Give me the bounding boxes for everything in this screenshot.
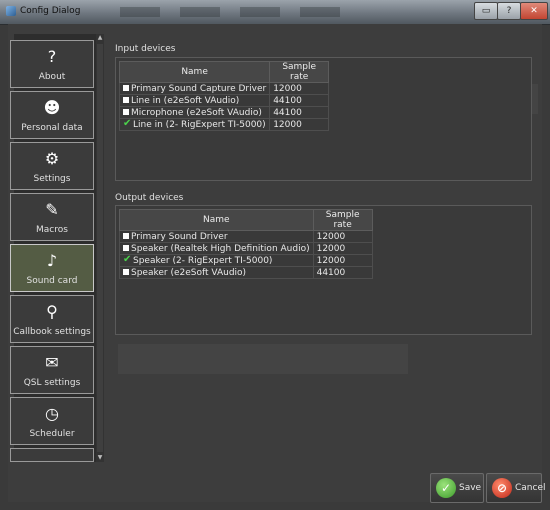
sidebar-item-label: Sound card: [26, 276, 78, 286]
config-dialog-window: Config Dialog ▭ ? ✕ ▲ ▼ ? About ☻ Person…: [0, 0, 550, 510]
sidebar-item-partial[interactable]: [10, 448, 94, 462]
background-ghost: [118, 344, 408, 374]
sidebar-item-label: Scheduler: [29, 429, 75, 439]
cancel-icon: ⊘: [492, 478, 512, 498]
callbook-icon: ⚲: [46, 302, 58, 321]
save-button[interactable]: ✓ Save: [430, 473, 484, 503]
question-icon: ?: [47, 47, 57, 66]
table-row[interactable]: Line in (e2eSoft VAudio) 44100: [118, 94, 330, 107]
sidebar-item-callbook-settings[interactable]: ⚲ Callbook settings: [10, 295, 94, 343]
close-button[interactable]: ✕: [520, 2, 548, 20]
app-icon: [6, 6, 16, 16]
sidebar-scrollbar[interactable]: ▲ ▼: [96, 34, 104, 462]
sample-rate: 44100: [269, 106, 330, 119]
scheduler-icon: ◷: [45, 404, 59, 423]
device-checkbox[interactable]: [123, 269, 129, 275]
column-header-sample-rate[interactable]: Sample rate: [269, 61, 330, 83]
sidebar-item-label: Settings: [33, 174, 71, 184]
table-row[interactable]: ✔ Speaker (2- RigExpert TI-5000) 12000: [119, 254, 373, 267]
scroll-down-icon[interactable]: ▼: [96, 454, 104, 462]
sidebar-item-label: QSL settings: [23, 378, 81, 388]
input-devices-title: Input devices: [115, 44, 176, 54]
save-button-label: Save: [459, 483, 482, 493]
column-header-name[interactable]: Name: [118, 61, 271, 83]
output-devices-title: Output devices: [115, 193, 184, 203]
device-name: Speaker (e2eSoft VAudio): [131, 267, 247, 278]
table-row[interactable]: Microphone (e2eSoft VAudio) 44100: [118, 106, 330, 119]
cancel-button[interactable]: ⊘ Cancel: [486, 473, 546, 503]
sidebar-item-label: About: [38, 72, 66, 82]
sample-rate: 12000: [269, 82, 330, 95]
qsl-card-icon: ✉: [45, 353, 59, 372]
gear-icon: ⚙: [44, 149, 60, 168]
sample-rate: 44100: [269, 94, 330, 107]
minimize-button[interactable]: ▭: [474, 2, 498, 20]
table-row[interactable]: ✔ Line in (2- RigExpert TI-5000) 12000: [118, 118, 330, 131]
checkmark-icon: ✓: [436, 478, 456, 498]
table-row[interactable]: Primary Sound Capture Driver 12000: [118, 82, 330, 95]
device-name: Microphone (e2eSoft VAudio): [131, 107, 262, 118]
scroll-thumb[interactable]: [97, 44, 103, 452]
column-header-sample-rate[interactable]: Sample rate: [312, 209, 373, 231]
title-bar[interactable]: Config Dialog ▭ ? ✕: [0, 0, 550, 25]
input-devices-table: Name Sample rate Primary Sound Capture D…: [118, 61, 330, 131]
device-checkbox[interactable]: [123, 245, 129, 251]
titlebar-ghost: [180, 7, 220, 17]
sidebar-item-settings[interactable]: ⚙ Settings: [10, 142, 94, 190]
device-name: Primary Sound Capture Driver: [131, 83, 267, 94]
sidebar-item-label: Personal data: [21, 123, 83, 133]
scroll-up-icon[interactable]: ▲: [96, 34, 104, 42]
checkmark-icon[interactable]: ✔: [123, 119, 133, 129]
device-name: Primary Sound Driver: [131, 231, 228, 242]
titlebar-ghost: [300, 7, 340, 17]
sample-rate: 12000: [312, 254, 373, 267]
sample-rate: 12000: [269, 118, 330, 131]
device-name: Line in (e2eSoft VAudio): [131, 95, 240, 106]
checkmark-icon[interactable]: ✔: [123, 255, 133, 265]
sample-rate: 44100: [312, 266, 373, 279]
cancel-button-label: Cancel: [515, 483, 546, 493]
sample-rate: 12000: [312, 230, 373, 243]
device-checkbox[interactable]: [123, 233, 129, 239]
user-icon: ☻: [43, 98, 61, 117]
sidebar-item-personal-data[interactable]: ☻ Personal data: [10, 91, 94, 139]
macro-icon: ✎: [45, 200, 59, 219]
sidebar-item-label: Macros: [36, 225, 68, 235]
table-row[interactable]: Speaker (e2eSoft VAudio) 44100: [119, 266, 373, 279]
sidebar-item-about[interactable]: ? About: [10, 40, 94, 88]
table-row[interactable]: Speaker (Realtek High Definition Audio) …: [119, 242, 373, 255]
titlebar-ghost: [240, 7, 280, 17]
sidebar-item-macros[interactable]: ✎ Macros: [10, 193, 94, 241]
device-checkbox[interactable]: [123, 85, 129, 91]
sidebar-item-qsl-settings[interactable]: ✉ QSL settings: [10, 346, 94, 394]
device-name: Speaker (2- RigExpert TI-5000): [133, 255, 273, 266]
device-checkbox[interactable]: [123, 97, 129, 103]
table-row[interactable]: Primary Sound Driver 12000: [119, 230, 373, 243]
window-title: Config Dialog: [20, 6, 81, 16]
sidebar-item-scheduler[interactable]: ◷ Scheduler: [10, 397, 94, 445]
device-checkbox[interactable]: [123, 109, 129, 115]
column-header-name[interactable]: Name: [119, 209, 314, 231]
sample-rate: 12000: [312, 242, 373, 255]
device-name: Line in (2- RigExpert TI-5000): [133, 119, 266, 130]
sound-card-icon: ♪: [46, 251, 58, 270]
titlebar-ghost: [120, 7, 160, 17]
help-button[interactable]: ?: [497, 2, 521, 20]
output-devices-table: Name Sample rate Primary Sound Driver 12…: [119, 209, 373, 279]
device-name: Speaker (Realtek High Definition Audio): [131, 243, 310, 254]
sidebar-item-sound-card[interactable]: ♪ Sound card: [10, 244, 94, 292]
sidebar-item-label: Callbook settings: [13, 327, 91, 337]
